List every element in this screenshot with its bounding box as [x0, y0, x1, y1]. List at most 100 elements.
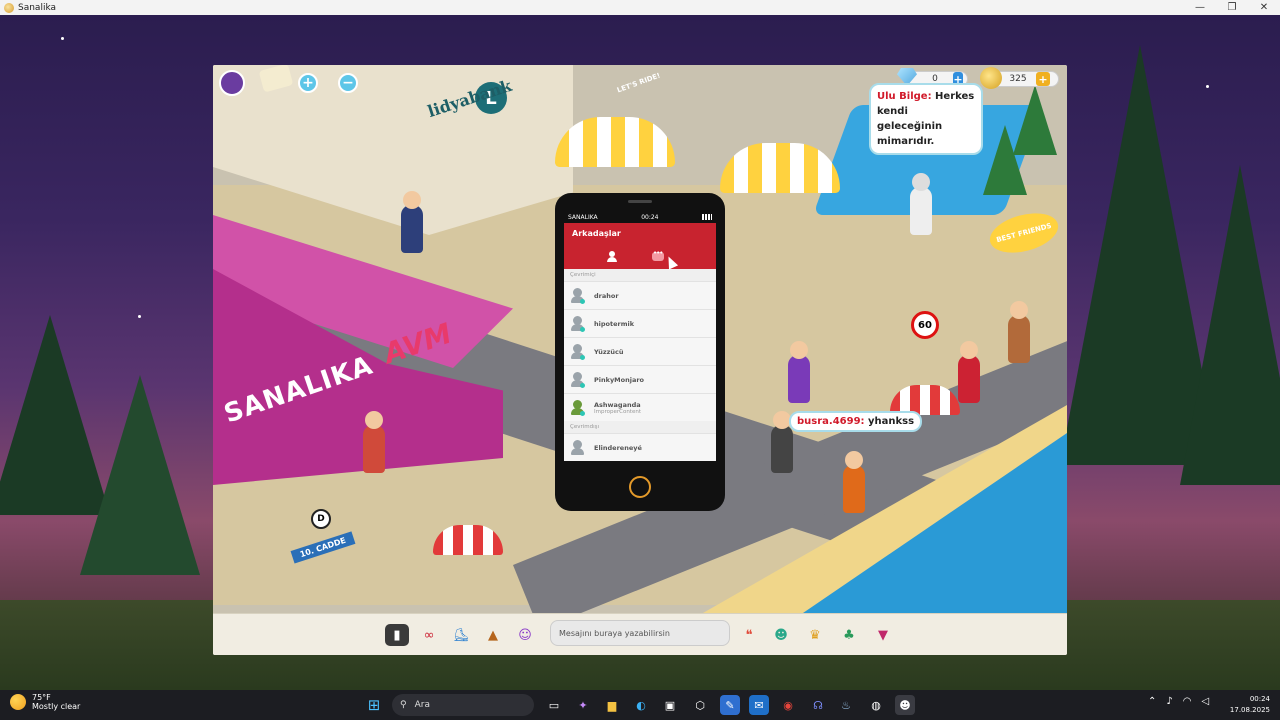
app-icon[interactable]: ◍: [866, 695, 886, 715]
emoji-icon[interactable]: ☻: [769, 624, 793, 646]
online-status-dot: [580, 383, 585, 388]
phone-speaker: [628, 200, 652, 203]
friend-row[interactable]: Yüzzücü: [564, 337, 716, 365]
search-icon: ⚲: [400, 700, 407, 710]
window-titlebar: Sanalika — ❐ ✕: [0, 0, 1280, 15]
wifi-icon[interactable]: ◠: [1183, 696, 1192, 707]
glasses-icon[interactable]: ∞: [417, 624, 441, 646]
chevron-up-icon[interactable]: ⌃: [1148, 696, 1156, 707]
ulu-bilge-npc[interactable]: [910, 173, 932, 235]
skateboard-icon[interactable]: ⛸: [449, 624, 473, 646]
friends-appbar: Arkadaşlar: [564, 223, 716, 269]
windows-taskbar: 75°F Mostly clear ⊞ ⚲ Ara ▭ ✦ ▆ ◐ ▣ ⬡ ✎ …: [0, 690, 1280, 720]
moon-weather-icon: [10, 694, 26, 710]
close-button[interactable]: ✕: [1248, 0, 1280, 15]
pine-tree: [1180, 165, 1280, 485]
windows-start-icon[interactable]: ⊞: [364, 695, 384, 715]
shopkeeper-character[interactable]: [363, 411, 385, 473]
trophy-icon[interactable]: ♛: [803, 624, 827, 646]
online-status-dot: [580, 411, 585, 416]
pine-tree: [80, 375, 200, 575]
taskbar-search[interactable]: ⚲ Ara: [392, 694, 534, 716]
coins-counter: 325 +: [980, 67, 1059, 89]
discord-icon[interactable]: ☊: [808, 695, 828, 715]
edge-icon[interactable]: ◐: [631, 695, 651, 715]
island-icon[interactable]: ♣: [837, 624, 861, 646]
microphone-icon[interactable]: ♪: [1166, 696, 1172, 707]
player-character[interactable]: [788, 341, 810, 403]
chat-bubbles-icon[interactable]: ❝: [737, 624, 761, 646]
npc-speech-bubble: Ulu Bilge: Herkes kendi geleceğinin mima…: [869, 83, 983, 155]
online-friends-list: drahor hipotermik Yüzzücü PinkyMonjaro Ashwa…: [564, 281, 716, 421]
online-section-label: Çevrimiçi: [570, 272, 596, 278]
zoom-in-button[interactable]: +: [298, 73, 318, 93]
tab-friends[interactable]: [604, 249, 620, 263]
friend-name: Ashwaganda: [594, 400, 641, 409]
friend-name: Yüzzücü: [594, 347, 624, 356]
outlook-icon[interactable]: ✉: [749, 695, 769, 715]
phone-home-button[interactable]: [629, 476, 651, 498]
weather-condition: Mostly clear: [32, 702, 81, 711]
player-avatar-button[interactable]: [219, 70, 245, 96]
game-toolbar: ▮ ∞ ⛸ ▲ ☺ ❝ ☻ ♛ ♣ ▼: [213, 613, 1067, 655]
task-view-icon[interactable]: ▭: [544, 695, 564, 715]
friend-row[interactable]: PinkyMonjaro: [564, 365, 716, 393]
chat-message-input[interactable]: [550, 620, 730, 646]
weather-temp: 75°F: [32, 693, 51, 702]
person-icon: [607, 250, 617, 262]
friend-row[interactable]: hipotermik: [564, 309, 716, 337]
minimize-button[interactable]: —: [1184, 0, 1216, 15]
chrome-icon[interactable]: ◉: [778, 695, 798, 715]
online-status-dot: [580, 299, 585, 304]
store-icon[interactable]: ▣: [660, 695, 680, 715]
npc-name: Ulu Bilge:: [877, 91, 932, 102]
friend-name: Elindereneyé: [594, 443, 642, 452]
player-name: busra.4699:: [797, 416, 865, 427]
player-character[interactable]: [958, 341, 980, 403]
in-game-phone[interactable]: SANALIKA 00:24 Arkadaşlar Çevrimiçi drah…: [555, 193, 725, 511]
speed-limit-sign: 60: [911, 311, 939, 339]
editor-icon[interactable]: ✎: [720, 695, 740, 715]
player-character[interactable]: [1008, 301, 1030, 363]
player-speech-bubble: busra.4699: yhankss: [789, 411, 923, 432]
tab-messages[interactable]: [650, 249, 666, 263]
friends-title: Arkadaşlar: [572, 229, 621, 238]
sanalika-taskbar-icon[interactable]: ☻: [895, 695, 915, 715]
clock-time: 00:24: [1249, 695, 1270, 703]
friend-avatar: [570, 439, 584, 456]
friend-row[interactable]: drahor: [564, 281, 716, 309]
offline-friends-list: Elindereneyé: [564, 433, 716, 461]
signal-icon: [702, 214, 712, 220]
clock-date: 17.08.2025: [1229, 706, 1270, 714]
phone-statusbar: SANALIKA 00:24: [564, 211, 716, 223]
copilot-icon[interactable]: ✦: [573, 695, 593, 715]
buy-coins-button[interactable]: +: [1036, 72, 1050, 86]
app-icon[interactable]: ⬡: [690, 695, 710, 715]
taskbar-clock[interactable]: 00:24 17.08.2025: [1230, 694, 1270, 716]
friend-status-text: ImproperContent: [594, 408, 641, 415]
pine-tree: [983, 125, 1027, 195]
zoom-out-button[interactable]: −: [338, 73, 358, 93]
busra-character[interactable]: [843, 451, 865, 513]
steam-icon[interactable]: ♨: [836, 695, 856, 715]
friend-row[interactable]: Ashwaganda ImproperContent: [564, 393, 716, 421]
friend-name: hipotermik: [594, 319, 635, 328]
friend-name: drahor: [594, 291, 619, 300]
volume-icon[interactable]: ◁: [1202, 696, 1210, 707]
gem-shop-icon[interactable]: ▼: [871, 624, 895, 646]
coins-value: 325: [1009, 74, 1027, 84]
star: [138, 315, 141, 318]
search-label: Ara: [414, 700, 430, 710]
police-character[interactable]: [401, 191, 423, 253]
file-explorer-icon[interactable]: ▆: [602, 695, 622, 715]
weather-widget[interactable]: 75°F Mostly clear: [10, 693, 80, 711]
maximize-button[interactable]: ❐: [1216, 0, 1248, 15]
window-title: Sanalika: [18, 2, 57, 13]
star: [61, 37, 64, 40]
zone-sign: D: [311, 509, 331, 529]
friend-row[interactable]: Elindereneyé: [564, 433, 716, 461]
player-character[interactable]: [771, 411, 793, 473]
bag-icon[interactable]: ▲: [481, 624, 505, 646]
phone-icon[interactable]: ▮: [385, 624, 409, 646]
dance-icon[interactable]: ☺: [513, 624, 537, 646]
